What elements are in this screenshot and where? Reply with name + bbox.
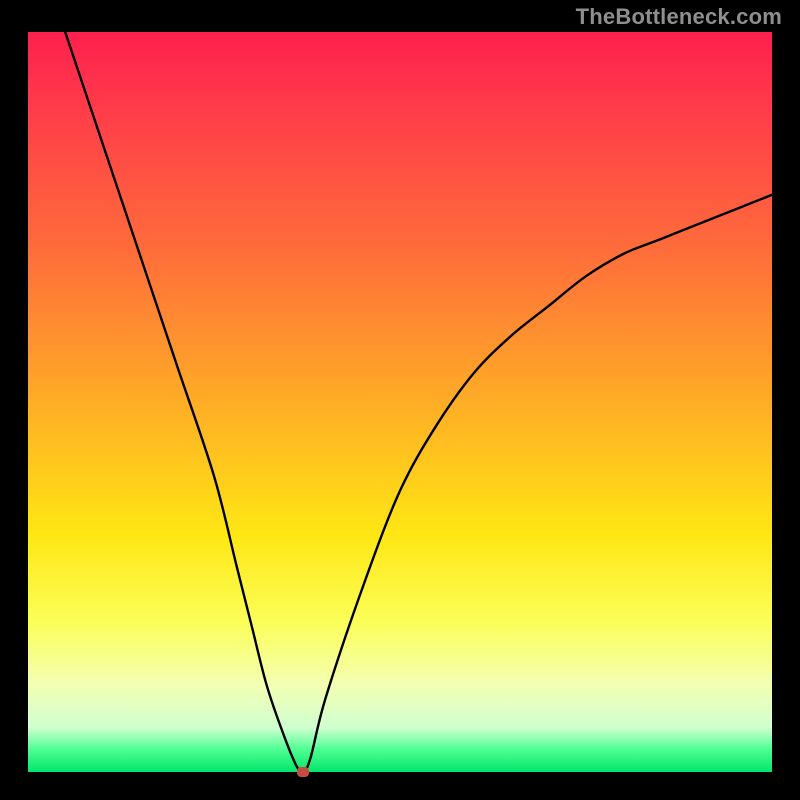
attribution-label: TheBottleneck.com [576,4,782,30]
optimal-marker [297,767,309,777]
bottleneck-curve [65,32,772,772]
chart-frame: TheBottleneck.com [0,0,800,800]
curve-layer [28,32,772,772]
plot-area [28,32,772,772]
